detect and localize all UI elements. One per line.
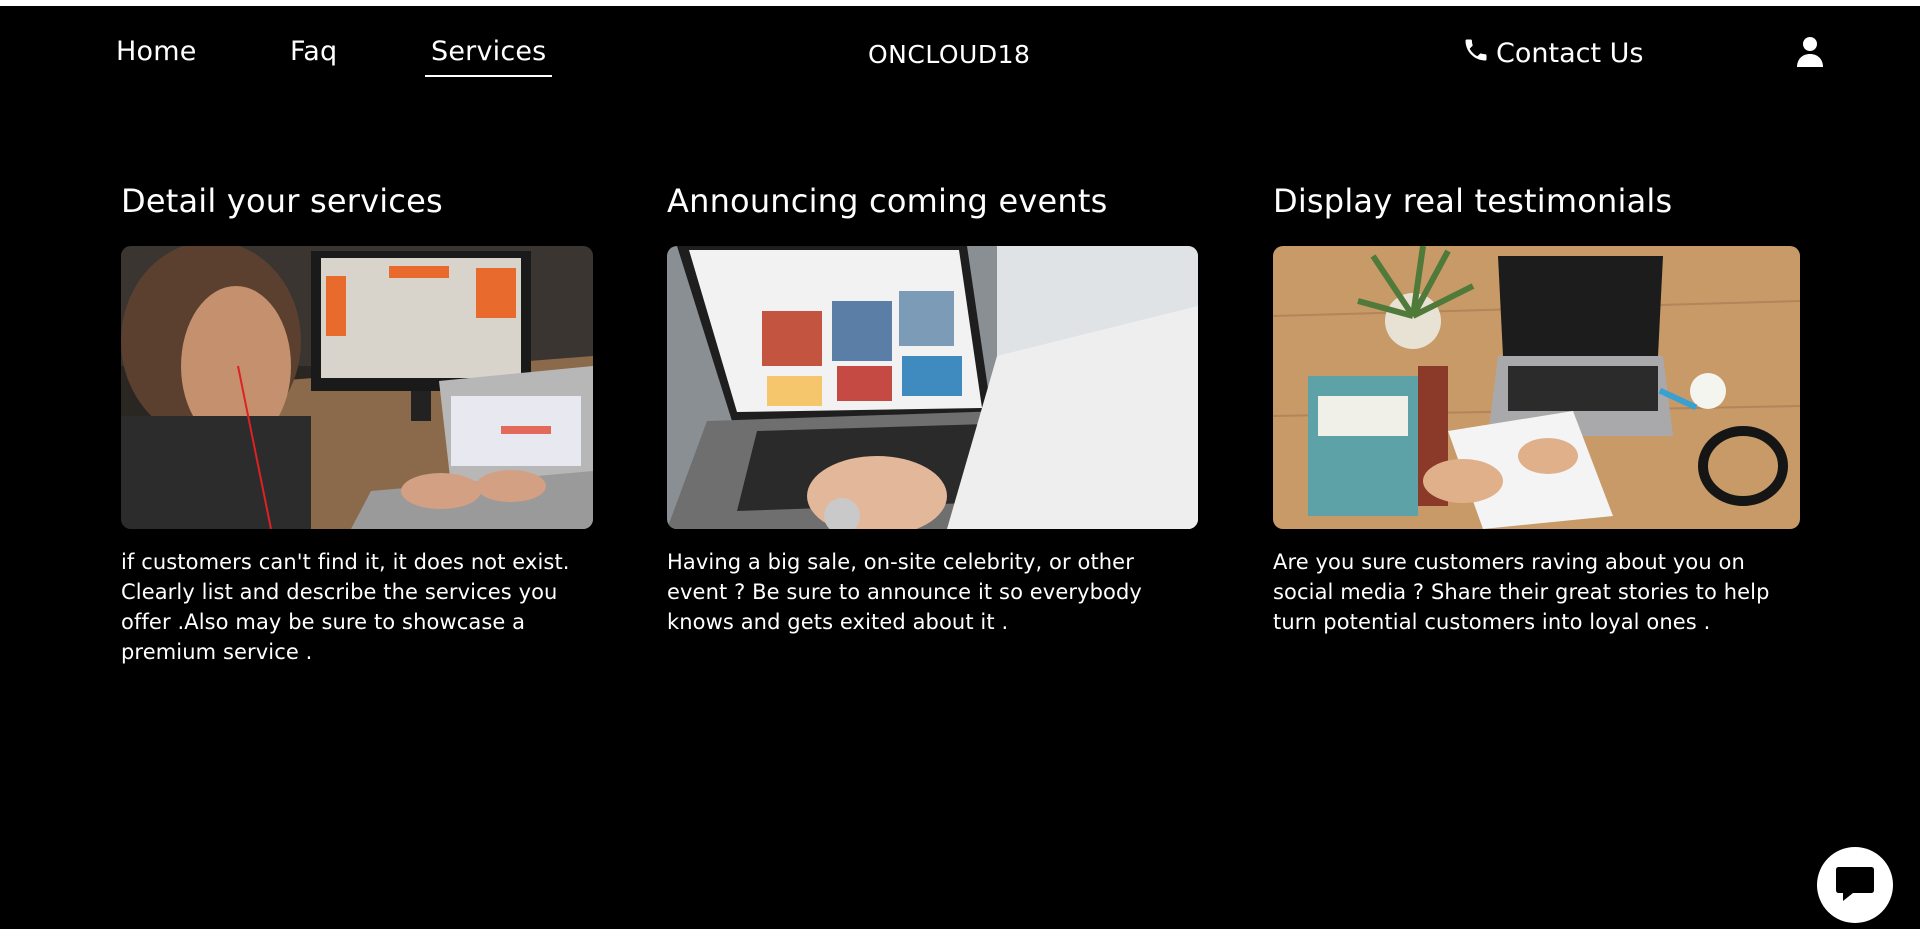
service-card-details: Detail your services if customers can't … (121, 178, 593, 667)
contact-us-link[interactable]: Contact Us (1462, 36, 1643, 71)
chat-icon (1833, 861, 1877, 909)
user-icon (1796, 37, 1824, 72)
card-title: Detail your services (121, 182, 443, 220)
nav-faq-link[interactable]: Faq (284, 36, 343, 75)
card-description: if customers can't find it, it does not … (121, 550, 570, 664)
card-description: Are you sure customers raving about you … (1273, 550, 1770, 634)
service-card-testimonials: Display real testimonials Are you sure c… (1273, 178, 1800, 637)
nav-services-link[interactable]: Services (425, 36, 553, 77)
card-image-desk-flatlay (1273, 246, 1800, 529)
card-title: Display real testimonials (1273, 182, 1673, 220)
card-title: Announcing coming events (667, 182, 1108, 220)
page: Home Faq Services ONCLOUD18 Contact Us D… (0, 0, 1920, 929)
phone-icon (1462, 36, 1490, 71)
brand-logo-text[interactable]: ONCLOUD18 (868, 40, 1030, 69)
chat-widget-button[interactable] (1817, 847, 1893, 923)
service-card-events: Announcing coming events Having a big sa… (667, 178, 1198, 637)
nav-home-link[interactable]: Home (110, 36, 203, 75)
card-image-laptop-marketplace (667, 246, 1198, 529)
card-description: Having a big sale, on-site celebrity, or… (667, 550, 1142, 634)
card-image-office-worker (121, 246, 593, 529)
site-header: Home Faq Services ONCLOUD18 Contact Us (0, 6, 1920, 101)
account-button[interactable] (1796, 36, 1824, 68)
contact-us-label: Contact Us (1496, 38, 1644, 69)
